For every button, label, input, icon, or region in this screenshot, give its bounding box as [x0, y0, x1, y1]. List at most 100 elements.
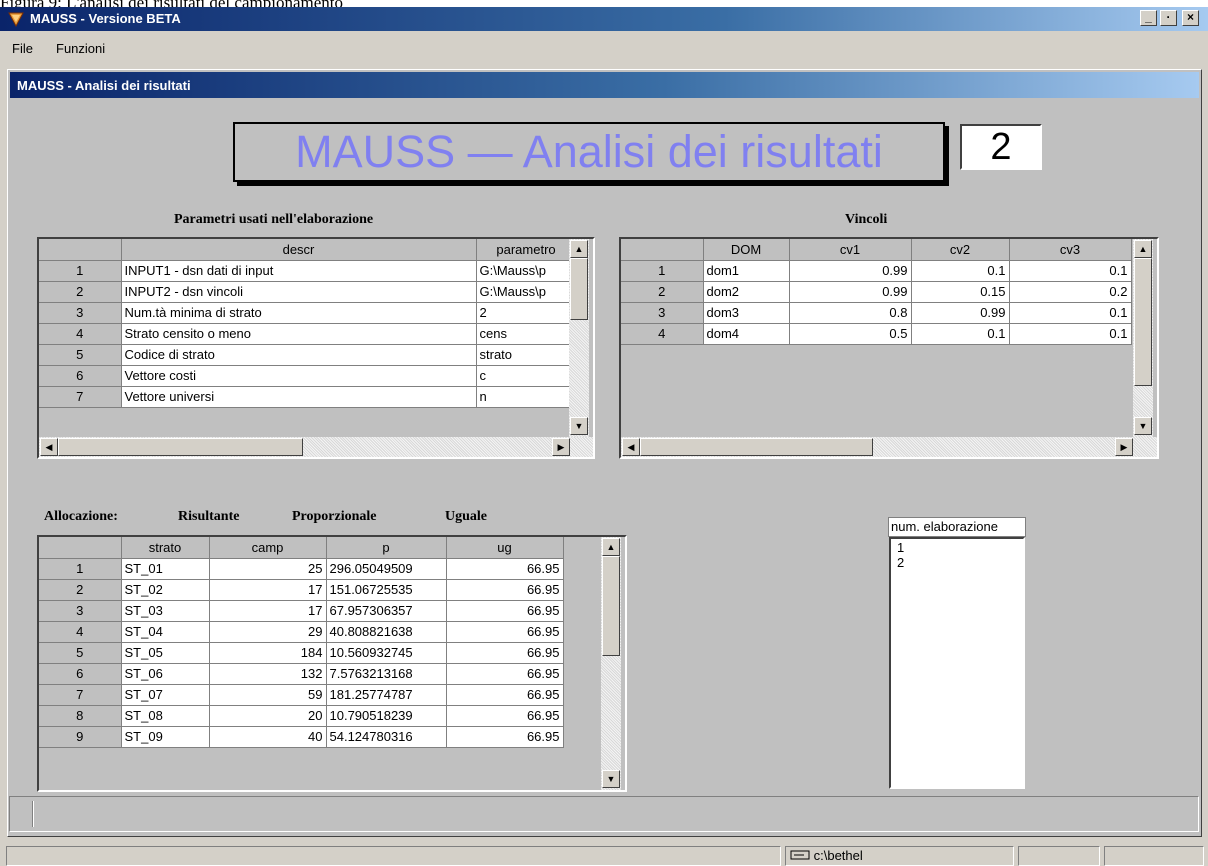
- table-row[interactable]: 6 Vettore costi c: [39, 365, 577, 387]
- row-header[interactable]: 5: [39, 642, 122, 664]
- cell-cv3[interactable]: 0.1: [1009, 260, 1132, 282]
- arrow-left-icon[interactable]: ◀: [622, 438, 640, 456]
- cell-camp[interactable]: 20: [209, 705, 327, 727]
- cell-descr[interactable]: Strato censito o meno: [121, 323, 477, 345]
- column-header-cv2[interactable]: cv2: [911, 239, 1010, 261]
- cell-camp[interactable]: 132: [209, 663, 327, 685]
- row-header[interactable]: 9: [39, 726, 122, 748]
- cell-strato[interactable]: ST_09: [121, 726, 210, 748]
- row-header[interactable]: 1: [39, 260, 122, 282]
- cell-parametro[interactable]: 2: [476, 302, 577, 324]
- cell-cv2[interactable]: 0.1: [911, 323, 1010, 345]
- cell-cv2[interactable]: 0.15: [911, 281, 1010, 303]
- minimize-button[interactable]: _: [1140, 10, 1157, 26]
- row-header[interactable]: 1: [39, 558, 122, 580]
- table-row[interactable]: 3 dom3 0.8 0.99 0.1: [621, 302, 1132, 324]
- row-header[interactable]: 3: [621, 302, 704, 324]
- cell-dom[interactable]: dom2: [703, 281, 790, 303]
- arrow-down-icon[interactable]: ▼: [570, 417, 588, 435]
- table-row[interactable]: 8 ST_08 20 10.790518239 66.95: [39, 705, 564, 727]
- cell-p[interactable]: 181.25774787: [326, 684, 447, 706]
- cell-p[interactable]: 296.05049509: [326, 558, 447, 580]
- cell-camp[interactable]: 59: [209, 684, 327, 706]
- cell-camp[interactable]: 184: [209, 642, 327, 664]
- cell-strato[interactable]: ST_08: [121, 705, 210, 727]
- column-header-ug[interactable]: ug: [446, 537, 564, 559]
- cell-ug[interactable]: 66.95: [446, 642, 564, 664]
- cell-descr[interactable]: Vettore universi: [121, 386, 477, 408]
- arrow-right-icon[interactable]: ▶: [552, 438, 570, 456]
- cell-ug[interactable]: 66.95: [446, 684, 564, 706]
- table-row[interactable]: 2 INPUT2 - dsn vincoli G:\Mauss\p: [39, 281, 577, 303]
- cell-ug[interactable]: 66.95: [446, 600, 564, 622]
- cell-cv2[interactable]: 0.99: [911, 302, 1010, 324]
- cell-strato[interactable]: ST_03: [121, 600, 210, 622]
- table-row[interactable]: 1 dom1 0.99 0.1 0.1: [621, 260, 1132, 282]
- vertical-scrollbar[interactable]: ▲ ▼: [601, 537, 621, 790]
- scroll-thumb[interactable]: [602, 556, 620, 656]
- table-row[interactable]: 2 ST_02 17 151.06725535 66.95: [39, 579, 564, 601]
- table-row[interactable]: 4 ST_04 29 40.808821638 66.95: [39, 621, 564, 643]
- cell-ug[interactable]: 66.95: [446, 705, 564, 727]
- row-header[interactable]: 2: [39, 579, 122, 601]
- column-header-strato[interactable]: strato: [121, 537, 210, 559]
- table-row[interactable]: 9 ST_09 40 54.124780316 66.95: [39, 726, 564, 748]
- cell-descr[interactable]: INPUT1 - dsn dati di input: [121, 260, 477, 282]
- table-row[interactable]: 4 dom4 0.5 0.1 0.1: [621, 323, 1132, 345]
- row-header[interactable]: 3: [39, 600, 122, 622]
- cell-p[interactable]: 151.06725535: [326, 579, 447, 601]
- horizontal-scrollbar[interactable]: ◀ ▶: [621, 437, 1157, 457]
- cell-descr[interactable]: INPUT2 - dsn vincoli: [121, 281, 477, 303]
- cell-cv3[interactable]: 0.2: [1009, 281, 1132, 303]
- cell-cv1[interactable]: 0.5: [789, 323, 912, 345]
- row-header[interactable]: 8: [39, 705, 122, 727]
- cell-camp[interactable]: 17: [209, 579, 327, 601]
- cell-parametro[interactable]: G:\Mauss\p: [476, 281, 577, 303]
- cell-p[interactable]: 10.560932745: [326, 642, 447, 664]
- arrow-left-icon[interactable]: ◀: [40, 438, 58, 456]
- cell-ug[interactable]: 66.95: [446, 726, 564, 748]
- cell-parametro[interactable]: c: [476, 365, 577, 387]
- cell-descr[interactable]: Num.tà minima di strato: [121, 302, 477, 324]
- cell-cv2[interactable]: 0.1: [911, 260, 1010, 282]
- table-row[interactable]: 7 Vettore universi n: [39, 386, 577, 408]
- row-header[interactable]: 1: [621, 260, 704, 282]
- cell-cv1[interactable]: 0.99: [789, 281, 912, 303]
- cell-dom[interactable]: dom3: [703, 302, 790, 324]
- row-header[interactable]: 4: [39, 323, 122, 345]
- cell-p[interactable]: 40.808821638: [326, 621, 447, 643]
- scroll-thumb[interactable]: [640, 438, 873, 456]
- cell-camp[interactable]: 40: [209, 726, 327, 748]
- table-row[interactable]: 3 Num.tà minima di strato 2: [39, 302, 577, 324]
- cell-parametro[interactable]: n: [476, 386, 577, 408]
- horizontal-scrollbar[interactable]: ◀ ▶: [39, 437, 593, 457]
- table-row[interactable]: 1 ST_01 25 296.05049509 66.95: [39, 558, 564, 580]
- elaborazione-listbox[interactable]: 1 2: [889, 537, 1025, 789]
- arrow-up-icon[interactable]: ▲: [570, 240, 588, 258]
- column-header-dom[interactable]: DOM: [703, 239, 790, 261]
- arrow-down-icon[interactable]: ▼: [1134, 417, 1152, 435]
- column-header-cv1[interactable]: cv1: [789, 239, 912, 261]
- cell-strato[interactable]: ST_02: [121, 579, 210, 601]
- cell-p[interactable]: 10.790518239: [326, 705, 447, 727]
- scroll-thumb[interactable]: [1134, 258, 1152, 386]
- column-header-camp[interactable]: camp: [209, 537, 327, 559]
- cell-camp[interactable]: 25: [209, 558, 327, 580]
- row-header[interactable]: 7: [39, 684, 122, 706]
- arrow-right-icon[interactable]: ▶: [1115, 438, 1133, 456]
- vertical-scrollbar[interactable]: ▲ ▼: [1133, 239, 1153, 437]
- table-row[interactable]: 5 Codice di strato strato: [39, 344, 577, 366]
- column-header-cv3[interactable]: cv3: [1009, 239, 1132, 261]
- cell-parametro[interactable]: cens: [476, 323, 577, 345]
- cell-strato[interactable]: ST_01: [121, 558, 210, 580]
- cell-dom[interactable]: dom4: [703, 323, 790, 345]
- cell-ug[interactable]: 66.95: [446, 558, 564, 580]
- arrow-up-icon[interactable]: ▲: [1134, 240, 1152, 258]
- menu-funzioni[interactable]: Funzioni: [56, 41, 105, 56]
- cell-ug[interactable]: 66.95: [446, 621, 564, 643]
- row-header[interactable]: 3: [39, 302, 122, 324]
- child-window-title[interactable]: MAUSS - Analisi dei risultati: [10, 72, 1199, 98]
- vertical-scrollbar[interactable]: ▲ ▼: [569, 239, 589, 437]
- scroll-thumb[interactable]: [570, 258, 588, 320]
- cell-cv1[interactable]: 0.99: [789, 260, 912, 282]
